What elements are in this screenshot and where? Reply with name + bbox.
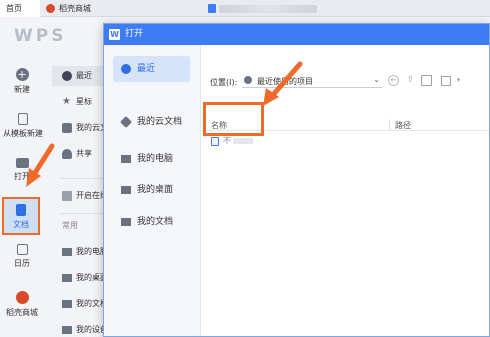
doc-nav-share[interactable]: 共享 <box>52 144 104 164</box>
file-name: 不 <box>223 136 231 145</box>
device-icon <box>62 326 72 334</box>
folder-icon <box>121 218 131 226</box>
doc-nav-devices-label: 我的设备 <box>76 325 104 334</box>
view-mode-dropdown-icon[interactable]: ▾ <box>453 75 464 86</box>
doc-nav-star[interactable]: ★ 星标 <box>52 92 104 112</box>
computer-icon <box>121 155 131 163</box>
template-icon <box>18 113 28 125</box>
chevron-down-icon: ⌄ <box>373 75 380 84</box>
recent-location-icon <box>244 76 252 84</box>
dialog-main: 位置(I): 最近使用的项目 ⌄ ← ⇧ ▾ 名称 路径 不 <box>202 45 489 336</box>
dialog-sidebar: 最近 我的云文档 我的电脑 我的桌面 我的文档 <box>104 45 201 336</box>
blurred-file-name <box>233 137 253 144</box>
nav-documents-label: 文档 <box>13 220 29 229</box>
desktop-icon <box>62 274 72 282</box>
doc-nav-cloud-label: 我的云文档 <box>76 123 104 132</box>
nav-from-template[interactable]: 从模板新建 <box>0 113 49 139</box>
shop-logo-icon <box>46 4 55 13</box>
tab-shop[interactable]: 稻壳商城 <box>41 0 191 17</box>
doc-nav-open-online[interactable]: 开启在线... <box>52 186 104 206</box>
top-tab-bar: 首页 稻壳商城 <box>0 0 490 17</box>
nav-new-label: 新建 <box>14 85 30 94</box>
dialog-nav-cloud[interactable]: 我的云文档 <box>113 109 190 135</box>
open-file-dialog: W 打开 最近 我的云文档 我的电脑 我的桌面 我的文档 位置(I): 最近使用… <box>103 23 490 337</box>
tab-shop-label: 稻壳商城 <box>59 4 91 13</box>
back-button[interactable]: ← <box>388 75 399 86</box>
dialog-nav-pc-label: 我的电脑 <box>137 154 174 164</box>
column-path[interactable]: 路径 <box>395 120 411 131</box>
doc-nav-devices[interactable]: 我的设备 <box>52 320 104 337</box>
desktop-icon <box>121 186 131 194</box>
doc-nav-mydocs-label: 我的文档 <box>76 299 104 308</box>
doc-nav-desktop[interactable]: 我的桌面 <box>52 268 104 288</box>
dialog-nav-recent[interactable]: 最近 <box>113 56 190 82</box>
divider <box>60 213 104 214</box>
location-value: 最近使用的项目 <box>257 77 313 86</box>
clock-icon <box>121 64 131 74</box>
divider <box>60 178 104 179</box>
tab-home[interactable]: 首页 <box>0 0 40 17</box>
tab-document[interactable] <box>205 0 320 17</box>
nav-open-label: 打开 <box>14 172 30 181</box>
dialog-nav-recent-label: 最近 <box>137 64 156 74</box>
annotation-highlight-file <box>203 102 264 136</box>
plus-circle-icon: + <box>15 68 29 81</box>
folder-icon <box>15 158 29 168</box>
dialog-nav-desktop[interactable]: 我的桌面 <box>113 177 190 203</box>
new-folder-button[interactable] <box>421 75 432 86</box>
doc-nav-recent-label: 最近 <box>76 71 92 80</box>
dialog-nav-mydocs-label: 我的文档 <box>137 217 174 227</box>
view-mode-button[interactable] <box>441 76 451 86</box>
online-doc-icon <box>62 191 72 201</box>
nav-new[interactable]: + 新建 <box>0 68 44 95</box>
blurred-tab-title <box>219 5 317 13</box>
documents-nav-column: 最近 ★ 星标 我的云文档 共享 开启在线... 常用 我的电脑 我的桌面 我的… <box>52 58 104 337</box>
doc-nav-pc[interactable]: 我的电脑 <box>52 242 104 262</box>
nav-calendar-label: 日历 <box>14 259 30 268</box>
nav-template-label: 从模板新建 <box>3 129 43 138</box>
up-folder-button[interactable]: ⇧ <box>405 75 416 86</box>
calendar-icon <box>16 244 28 255</box>
star-icon: ★ <box>62 96 71 107</box>
doc-nav-cloud[interactable]: 我的云文档 <box>52 118 104 138</box>
doc-nav-mydocs[interactable]: 我的文档 <box>52 294 104 314</box>
dialog-nav-pc[interactable]: 我的电脑 <box>113 146 190 172</box>
location-dropdown[interactable]: 最近使用的项目 ⌄ <box>242 74 382 88</box>
dialog-titlebar[interactable]: W 打开 <box>104 24 489 45</box>
doc-nav-share-label: 共享 <box>76 149 92 158</box>
nav-calendar[interactable]: 日历 <box>0 244 44 269</box>
doc-nav-recent[interactable]: 最近 <box>52 66 104 86</box>
doc-nav-pc-label: 我的电脑 <box>76 247 104 256</box>
left-nav-bar: + 新建 从模板新建 打开 文档 日历 稻壳商城 <box>0 58 44 337</box>
wps-logo: WPS <box>14 26 67 46</box>
doc-nav-open-online-label: 开启在线... <box>76 191 104 200</box>
cloud-doc-icon <box>119 115 133 129</box>
document-icon <box>16 204 26 216</box>
nav-shop-label: 稻壳商城 <box>6 308 38 317</box>
dialog-nav-mydocs[interactable]: 我的文档 <box>113 209 190 235</box>
doc-nav-desktop-label: 我的桌面 <box>76 273 104 282</box>
word-doc-icon <box>208 4 216 13</box>
computer-icon <box>62 248 72 256</box>
dialog-nav-cloud-label: 我的云文档 <box>137 117 183 127</box>
nav-shop[interactable]: 稻壳商城 <box>0 291 44 318</box>
word-doc-icon <box>211 137 219 146</box>
location-label: 位置(I): <box>210 78 238 87</box>
dialog-title: 打开 <box>125 29 144 39</box>
nav-documents[interactable]: 文档 <box>2 197 40 235</box>
users-icon <box>62 149 72 159</box>
cloud-doc-icon <box>62 123 72 133</box>
shop-icon <box>15 291 29 304</box>
doc-nav-star-label: 星标 <box>76 97 92 106</box>
section-common-label: 常用 <box>62 221 78 230</box>
folder-icon <box>62 300 72 308</box>
clock-icon <box>62 71 72 81</box>
nav-open[interactable]: 打开 <box>0 156 44 182</box>
column-separator[interactable] <box>389 119 390 130</box>
wps-writer-icon: W <box>109 29 120 40</box>
dialog-nav-desktop-label: 我的桌面 <box>137 185 174 195</box>
